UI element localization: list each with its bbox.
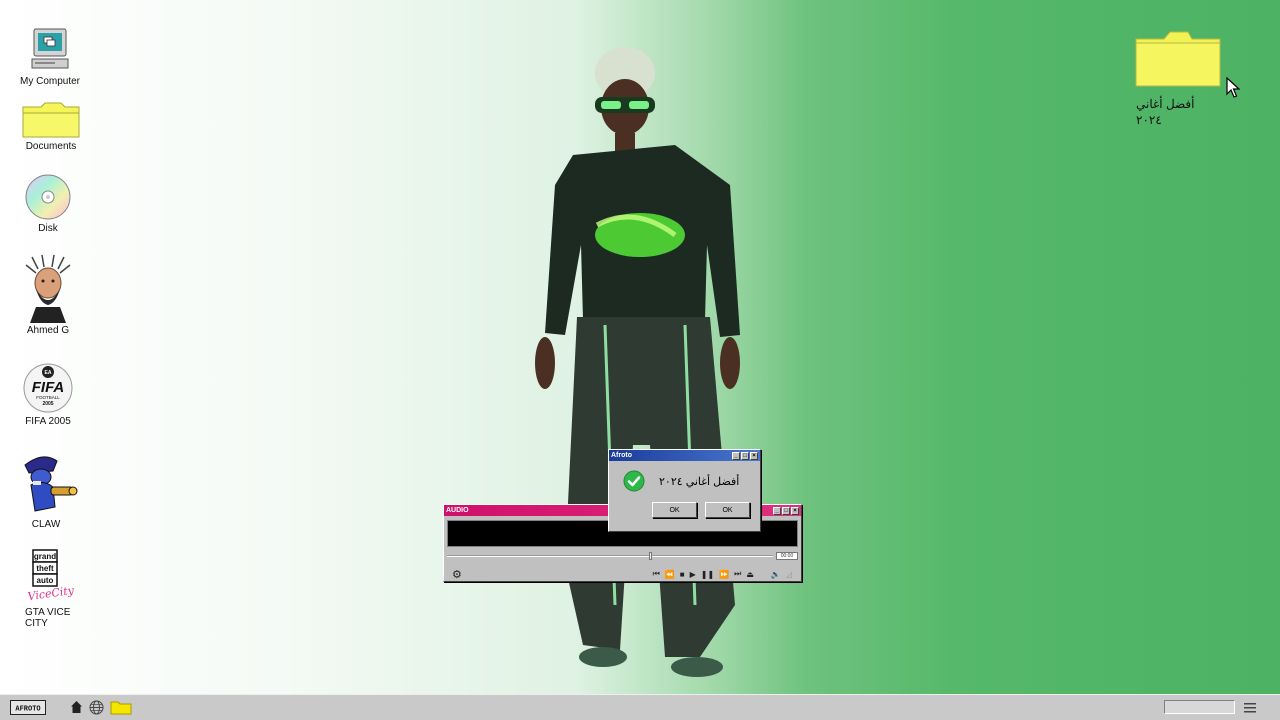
start-label: AFROTO [15, 706, 40, 714]
ok-button-1[interactable]: OK [652, 502, 697, 518]
minimize-button[interactable]: _ [773, 506, 781, 515]
desktop-folder-best-songs[interactable]: أفضل أغاني ٢٠٢٤ [1134, 31, 1224, 129]
eject-icon[interactable]: ⏏ [746, 570, 754, 579]
maximize-button[interactable]: □ [741, 451, 749, 460]
globe-icon[interactable] [89, 700, 104, 715]
afroto-dialog[interactable]: Afroto _ □ × أفضل أغاني ٢٠٢٤ OK OK [608, 449, 761, 532]
folder-icon [1135, 31, 1221, 87]
dialog-titlebar[interactable]: Afroto _ □ × [609, 450, 760, 461]
folder-icon[interactable] [110, 700, 132, 715]
seek-bar[interactable] [447, 552, 773, 560]
fast-forward-icon[interactable]: ⏩ [719, 570, 729, 579]
settings-gear-icon[interactable]: ⚙ [452, 568, 462, 581]
svg-text:auto: auto [37, 576, 54, 585]
volume-icon[interactable]: 🔈 [771, 570, 781, 579]
svg-text:FOOTBALL: FOOTBALL [36, 395, 60, 400]
desktop-icon-label: Ahmed G [26, 325, 70, 336]
folder-label-line2: ٢٠٢٤ [1136, 113, 1162, 127]
dialog-message: أفضل أغاني ٢٠٢٤ [659, 475, 740, 488]
home-icon[interactable] [70, 700, 83, 714]
svg-text:EA: EA [45, 370, 52, 376]
desktop-icon-gta-vice-city[interactable]: grand theft auto ViceCity GTA VICE CITY [7, 547, 87, 629]
desktop-icon-label: Documents [25, 141, 77, 152]
volume-slider[interactable]: ◿ [786, 570, 792, 579]
skip-back-icon[interactable]: ⏮ [653, 569, 660, 579]
svg-text:FIFA: FIFA [32, 379, 65, 396]
minimize-button[interactable]: _ [732, 451, 740, 460]
computer-icon [31, 28, 69, 69]
maximize-button[interactable]: □ [782, 506, 790, 515]
desktop-icon-claw[interactable]: CLAW [6, 451, 86, 530]
close-button[interactable]: × [791, 506, 799, 515]
folder-label-line1: أفضل أغاني [1136, 97, 1195, 111]
folder-icon [22, 102, 80, 138]
pause-icon[interactable]: ❚❚ [701, 570, 714, 579]
skip-forward-icon[interactable]: ⏭ [734, 569, 741, 579]
desktop-icon-label: GTA VICE CITY [25, 607, 71, 629]
check-icon [623, 470, 645, 492]
time-display: 00:00 [776, 552, 798, 560]
close-button[interactable]: × [750, 451, 758, 460]
ok-button-2[interactable]: OK [705, 502, 750, 518]
desktop-icon-disk[interactable]: Disk [8, 173, 88, 234]
svg-text:grand: grand [34, 552, 56, 561]
rewind-icon[interactable]: ⏪ [665, 570, 675, 579]
start-button[interactable]: AFROTO [10, 700, 46, 715]
audio-title: AUDIO [446, 507, 469, 514]
wallpaper-figure [535, 47, 740, 677]
desktop-icon-label: My Computer [19, 76, 80, 87]
svg-text:2005: 2005 [42, 401, 53, 407]
menu-icon[interactable] [1243, 702, 1257, 714]
claw-game-icon [24, 456, 78, 512]
stop-icon[interactable]: ■ [680, 570, 685, 579]
desktop-icon-my-computer[interactable]: My Computer [10, 26, 90, 87]
desktop-icon-ahmed-g[interactable]: Ahmed G [8, 253, 88, 336]
svg-text:theft: theft [36, 564, 54, 573]
mouse-cursor-icon [1226, 77, 1240, 98]
desktop-icon-label: FIFA 2005 [25, 416, 71, 427]
cd-icon [25, 174, 71, 220]
dialog-title: Afroto [611, 452, 632, 459]
play-icon[interactable]: ▶ [690, 570, 696, 579]
taskbar-search-field[interactable] [1164, 700, 1235, 714]
gta-logo-icon: grand theft auto ViceCity [27, 549, 75, 603]
avatar-icon [25, 254, 71, 323]
desktop-icon-label: CLAW [31, 519, 61, 530]
desktop-icon-documents[interactable]: Documents [11, 101, 91, 152]
fifa-logo-icon: EA FIFA FOOTBALL 2005 [23, 363, 73, 413]
seek-knob[interactable] [649, 552, 653, 560]
desktop-icon-fifa-2005[interactable]: EA FIFA FOOTBALL 2005 FIFA 2005 [8, 362, 88, 427]
desktop-icon-label: Disk [38, 223, 58, 234]
taskbar: AFROTO [0, 694, 1280, 720]
